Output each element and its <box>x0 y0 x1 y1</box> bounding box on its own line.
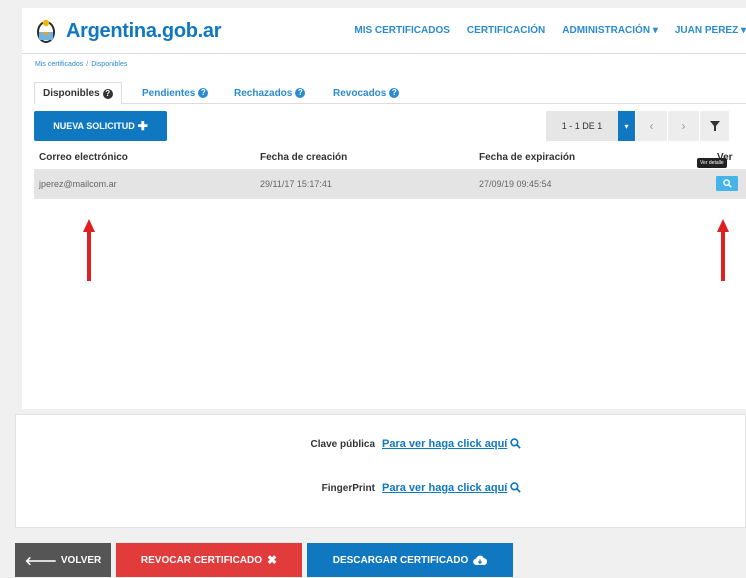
chevron-right-icon: › <box>681 119 686 133</box>
annotation-arrow-left <box>83 219 95 281</box>
back-label: VOLVER <box>60 554 102 566</box>
top-navbar: Argentina.gob.ar MIS CERTIFICADOS CERTIF… <box>22 8 746 54</box>
action-bar: 🡐 VOLVER REVOCAR CERTIFICADO ✖ DESCARGAR C… <box>15 543 518 577</box>
brand-name: Argentina.gob.ar <box>66 19 222 42</box>
search-icon <box>510 438 522 449</box>
annotation-arrow-right <box>717 219 729 281</box>
tab-pendientes[interactable]: Pendientes? <box>142 82 209 104</box>
nav-administracion[interactable]: ADMINISTRACIÓN ▾ <box>562 25 658 36</box>
main-nav: MIS CERTIFICADOS CERTIFICACIÓN ADMINISTR… <box>337 25 746 36</box>
filter-icon <box>709 121 720 131</box>
filter-button[interactable] <box>699 111 729 141</box>
breadcrumb-item-disponibles: Disponibles <box>91 61 128 68</box>
public-key-label: Clave pública <box>310 439 375 450</box>
tab-label: Rechazados <box>234 87 293 99</box>
status-tabs: Disponibles? Pendientes? Rechazados? Rev… <box>34 82 746 105</box>
pagination: 1 - 1 DE 1 ▾ ‹ › <box>546 111 729 141</box>
public-key-link-text: Para ver haga click aquí <box>382 438 508 450</box>
cell-email: jperez@mailcom.ar <box>39 179 117 189</box>
fingerprint-link[interactable]: Para ver haga click aquí <box>382 482 522 494</box>
search-icon <box>722 179 732 188</box>
cell-created: 29/11/17 15:17:41 <box>260 179 332 189</box>
question-circle-icon: ? <box>102 88 113 99</box>
table-row[interactable]: jperez@mailcom.ar 29/11/17 15:17:41 27/0… <box>34 169 746 199</box>
question-circle-icon: ? <box>389 88 400 98</box>
tab-label: Pendientes <box>142 87 196 99</box>
previous-page-button[interactable]: ‹ <box>635 111 667 141</box>
nav-user-menu[interactable]: JUAN PEREZ ▾ <box>675 25 746 36</box>
plus-icon: ✚ <box>137 119 148 133</box>
public-key-link[interactable]: Para ver haga click aquí <box>382 438 522 450</box>
column-header-created[interactable]: Fecha de creación <box>260 152 347 163</box>
tab-revocados[interactable]: Revocados? <box>333 82 400 104</box>
times-icon: ✖ <box>267 553 278 567</box>
question-circle-icon: ? <box>295 88 306 98</box>
tab-disponibles[interactable]: Disponibles? <box>34 82 122 105</box>
breadcrumb: Mis certificados / Disponibles <box>35 61 127 68</box>
arrow-left-icon: 🡐 <box>24 553 57 568</box>
download-certificate-button[interactable]: DESCARGAR CERTIFICADO <box>307 543 513 577</box>
tab-rechazados[interactable]: Rechazados? <box>234 82 306 104</box>
tab-label: Disponibles <box>43 88 100 99</box>
caret-down-icon: ▾ <box>624 121 629 131</box>
revoke-label: REVOCAR CERTIFICADO <box>140 554 263 566</box>
cloud-download-icon <box>473 555 488 565</box>
main-content: Mis certificados / Disponibles Disponibles… <box>22 54 746 409</box>
search-icon <box>510 482 522 493</box>
new-request-label: NUEVA SOLICITUD <box>53 121 135 131</box>
pagination-range: 1 - 1 DE 1 <box>546 111 618 141</box>
page-size-dropdown[interactable]: ▾ <box>618 111 635 141</box>
certificate-keys-panel: Clave pública Para ver haga click aquí F… <box>15 414 746 528</box>
brand[interactable]: Argentina.gob.ar <box>36 18 222 44</box>
escudo-icon <box>37 19 55 43</box>
column-header-expires[interactable]: Fecha de expiración <box>479 152 575 163</box>
revoke-certificate-button[interactable]: REVOCAR CERTIFICADO ✖ <box>116 543 302 577</box>
view-detail-tooltip: Ver detalle <box>697 158 727 168</box>
fingerprint-link-text: Para ver haga click aquí <box>382 482 508 494</box>
view-detail-button[interactable] <box>716 176 738 191</box>
new-request-button[interactable]: NUEVA SOLICITUD ✚ <box>34 111 167 141</box>
column-header-email[interactable]: Correo electrónico <box>39 152 128 163</box>
back-button[interactable]: 🡐 VOLVER <box>15 543 111 577</box>
question-circle-icon: ? <box>198 88 209 98</box>
breadcrumb-separator: / <box>86 61 89 68</box>
download-label: DESCARGAR CERTIFICADO <box>332 554 469 566</box>
nav-mis-certificados[interactable]: MIS CERTIFICADOS <box>354 25 450 36</box>
chevron-left-icon: ‹ <box>649 119 654 133</box>
tab-label: Revocados <box>333 87 387 99</box>
cell-expires: 27/09/19 09:45:54 <box>479 179 552 189</box>
fingerprint-label: FingerPrint <box>321 483 375 494</box>
breadcrumb-item-mis-certificados[interactable]: Mis certificados <box>35 61 83 68</box>
next-page-button[interactable]: › <box>667 111 699 141</box>
nav-certificacion[interactable]: CERTIFICACIÓN <box>467 25 545 36</box>
